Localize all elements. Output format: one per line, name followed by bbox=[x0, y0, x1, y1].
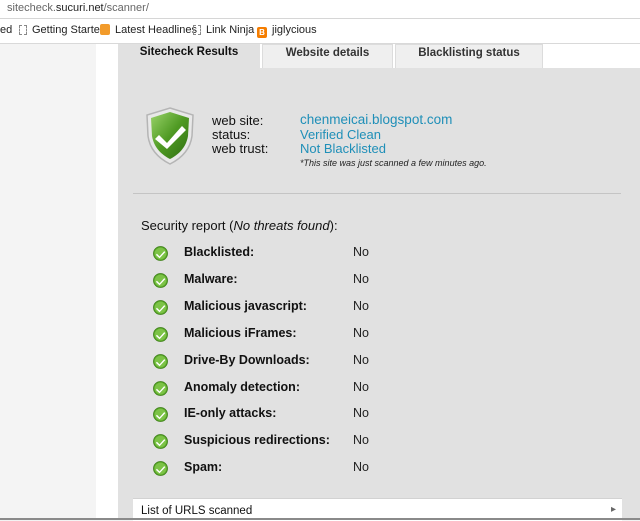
expand-arrow-icon: ▸ bbox=[610, 504, 616, 515]
url-text: sitecheck.sucuri.net/scanner/ bbox=[7, 2, 149, 14]
shield-check-icon bbox=[146, 107, 194, 165]
tab-blacklisting-status[interactable]: Blacklisting status bbox=[395, 44, 543, 68]
check-circle-icon bbox=[153, 246, 168, 261]
web-trust-label: web trust: bbox=[212, 141, 269, 156]
bookmark-link-ninja[interactable]: Link Ninja bbox=[193, 24, 254, 36]
check-circle-icon bbox=[153, 300, 168, 315]
security-report-title: Security report (No threats found): bbox=[141, 218, 338, 233]
rss-icon bbox=[100, 24, 110, 35]
report-row-label: IE-only attacks: bbox=[184, 406, 277, 420]
report-row-label: Anomaly detection: bbox=[184, 380, 300, 394]
report-row-value: No bbox=[353, 380, 369, 394]
address-bar[interactable]: sitecheck.sucuri.net/scanner/ bbox=[0, 0, 640, 19]
urls-scanned-label: List of URLS scanned bbox=[141, 505, 253, 517]
status-value: Verified Clean bbox=[300, 127, 381, 142]
report-row-label: Malicious javascript: bbox=[184, 299, 307, 313]
report-row-value: No bbox=[353, 245, 369, 259]
bookmark-latest-headlines[interactable]: Latest Headlines bbox=[100, 24, 197, 36]
report-row-value: No bbox=[353, 353, 369, 367]
scan-note: *This site was just scanned a few minute… bbox=[300, 158, 487, 168]
bookmark-jiglycious[interactable]: Bjiglycious bbox=[257, 24, 317, 38]
web-trust-value: Not Blacklisted bbox=[300, 141, 386, 156]
report-row-label: Malware: bbox=[184, 272, 238, 286]
website-value[interactable]: chenmeicai.blogspot.com bbox=[300, 112, 452, 127]
check-circle-icon bbox=[153, 461, 168, 476]
tab-sitecheck-results[interactable]: Sitecheck Results bbox=[118, 44, 260, 68]
report-row-value: No bbox=[353, 326, 369, 340]
report-row-label: Blacklisted: bbox=[184, 245, 255, 259]
report-row-value: No bbox=[353, 433, 369, 447]
left-gutter bbox=[0, 44, 96, 520]
report-row-label: Suspicious redirections: bbox=[184, 433, 330, 447]
page-icon bbox=[19, 25, 27, 35]
report-row-label: Spam: bbox=[184, 460, 223, 474]
bookmark-item[interactable]: ed bbox=[0, 24, 12, 36]
report-row-value: No bbox=[353, 272, 369, 286]
tab-website-details[interactable]: Website details bbox=[262, 44, 393, 68]
website-label: web site: bbox=[212, 113, 264, 128]
report-row-label: Drive-By Downloads: bbox=[184, 353, 310, 367]
check-circle-icon bbox=[153, 273, 168, 288]
report-row-label: Malicious iFrames: bbox=[184, 326, 297, 340]
blogger-icon: B bbox=[257, 27, 267, 38]
report-row-value: No bbox=[353, 460, 369, 474]
check-circle-icon bbox=[153, 327, 168, 342]
report-row-value: No bbox=[353, 299, 369, 313]
check-circle-icon bbox=[153, 434, 168, 449]
page-icon bbox=[193, 25, 201, 35]
check-circle-icon bbox=[153, 381, 168, 396]
bookmarks-bar: ed Getting Started Latest Headlines Link… bbox=[0, 19, 640, 44]
section-divider bbox=[133, 193, 621, 194]
bookmark-getting-started[interactable]: Getting Started bbox=[19, 24, 106, 36]
check-circle-icon bbox=[153, 354, 168, 369]
status-label: status: bbox=[212, 127, 251, 142]
check-circle-icon bbox=[153, 407, 168, 422]
report-row-value: No bbox=[353, 406, 369, 420]
